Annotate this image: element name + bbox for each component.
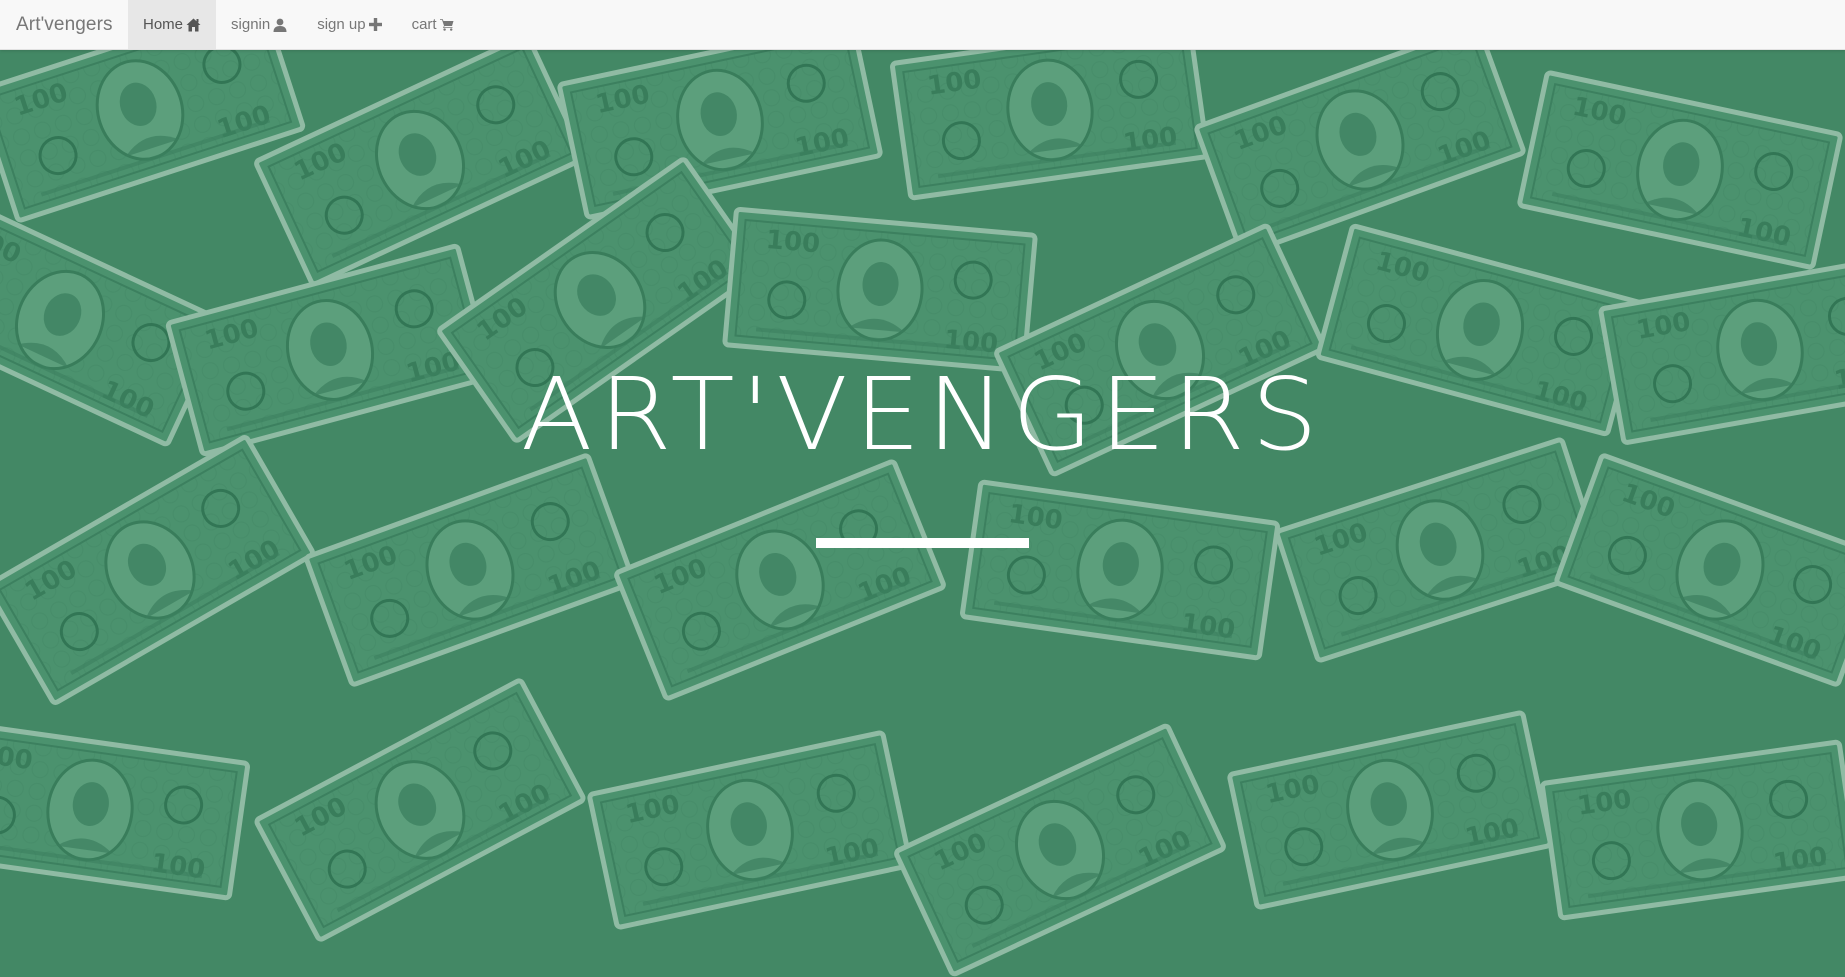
- nav-cart-label: cart: [411, 16, 437, 33]
- hero-title: ART'VENGERS: [520, 356, 1325, 473]
- nav-home[interactable]: Home: [128, 0, 217, 49]
- plus-icon: [368, 18, 382, 31]
- nav-signup[interactable]: sign up: [302, 0, 396, 49]
- nav-home-label: Home: [143, 16, 184, 33]
- brand-link[interactable]: Art'vengers: [0, 0, 128, 49]
- hero-divider: [816, 538, 1029, 548]
- green-overlay: [0, 50, 1845, 977]
- hero-section: 100 100: [0, 50, 1845, 977]
- top-navbar: Art'vengers Home signin sign up cart: [0, 0, 1845, 50]
- nav-signin[interactable]: signin: [216, 0, 302, 49]
- home-icon: [186, 18, 201, 32]
- nav-cart[interactable]: cart: [397, 0, 469, 49]
- user-icon: [273, 18, 287, 32]
- nav-signin-label: signin: [231, 16, 271, 33]
- cart-icon: [439, 18, 454, 31]
- nav-signup-label: sign up: [317, 16, 366, 33]
